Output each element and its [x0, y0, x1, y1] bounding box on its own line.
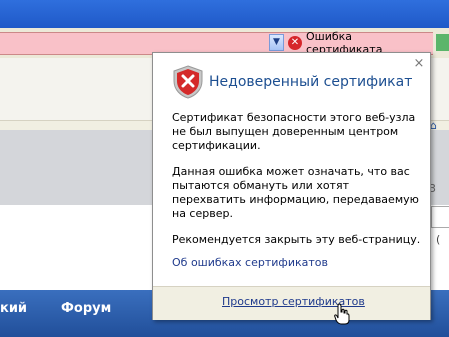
certificate-error-button[interactable]: ✕ Ошибка сертификата	[288, 30, 431, 56]
go-button[interactable]	[436, 34, 449, 51]
popup-paragraph-2: Данная ошибка может означать, что вас пы…	[172, 165, 419, 220]
side-text: (	[436, 233, 441, 246]
home-icon[interactable]: ⌂	[430, 119, 442, 132]
popup-paragraph-3: Рекомендуется закрыть эту веб-страницу.	[172, 233, 421, 246]
certificate-error-popup: × Недоверенный сертификат Сертификат без…	[152, 52, 431, 320]
window-title-strip	[0, 0, 449, 28]
error-x-icon: ✕	[288, 35, 302, 50]
side-input[interactable]	[431, 206, 449, 228]
nav-item-forum[interactable]: Форум	[61, 301, 111, 316]
shield-error-icon	[173, 65, 203, 99]
popup-paragraph-1: Сертификат безопасности этого веб-узла н…	[172, 111, 416, 152]
about-cert-errors-link[interactable]: Об ошибках сертификатов	[172, 256, 328, 269]
nav-item-partial[interactable]: кий	[0, 301, 27, 316]
hand-cursor-icon	[334, 303, 350, 325]
popup-title: Недоверенный сертификат	[209, 74, 413, 90]
close-icon[interactable]: ×	[412, 57, 426, 71]
address-dropdown-button[interactable]: ▼	[269, 34, 284, 51]
